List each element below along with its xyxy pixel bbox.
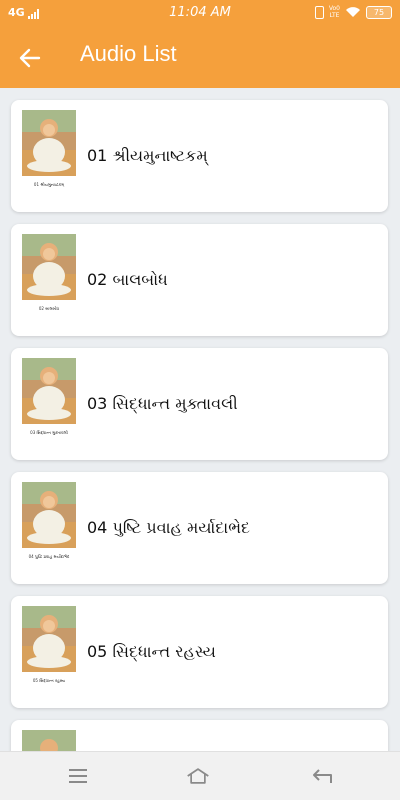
menu-button[interactable]: [66, 765, 90, 787]
status-bar: 4G 11:04 AM Vo0 LTE 75: [0, 0, 400, 26]
home-icon: [187, 768, 209, 784]
audio-thumbnail: 04 પુષ્ટિ પ્રવાહ મર્યાદાભેદ: [22, 482, 76, 564]
saint-portrait-image: [22, 606, 76, 672]
audio-title: 05 સિદ્ધાન્ત રહસ્ય: [87, 642, 216, 661]
menu-icon: [69, 769, 87, 783]
audio-thumbnail: 01 શ્રીયમુનાષ્ટકમ્: [22, 110, 76, 192]
audio-list-item[interactable]: 04 પુષ્ટિ પ્રવાહ મર્યાદાભેદ 04 પુષ્ટિ પ્…: [11, 472, 388, 584]
saint-portrait-image: [22, 730, 76, 751]
audio-list-item[interactable]: 05 સિદ્ધાન્ત રહસ્ય 05 સિદ્ધાન્ત રહસ્ય: [11, 596, 388, 708]
audio-list[interactable]: 01 શ્રીયમુનાષ્ટકમ્ 01 શ્રીયમુનાષ્ટકમ્ 02…: [0, 88, 400, 751]
back-nav-button[interactable]: [310, 765, 334, 787]
thumbnail-caption: 04 પુષ્ટિ પ્રવાહ મર્યાદાભેદ: [28, 554, 70, 559]
audio-list-item-partial[interactable]: [11, 720, 388, 751]
thumbnail-caption: 01 શ્રીયમુનાષ્ટકમ્: [33, 182, 65, 187]
app-bar: Audio List: [0, 26, 400, 88]
audio-title: 02 બાલબોધ: [87, 270, 168, 289]
saint-portrait-image: [22, 358, 76, 424]
audio-title: 03 સિદ્ધાન્ત મુક્તાવલી: [87, 394, 238, 413]
wifi-icon: [346, 7, 360, 17]
back-button[interactable]: [12, 40, 48, 76]
thumbnail-caption: 05 સિદ્ધાન્ત રહસ્ય: [32, 678, 66, 683]
system-nav-bar: [0, 751, 400, 800]
vibrate-icon: [314, 5, 324, 19]
audio-list-item[interactable]: 02 બાલબોધ 02 બાલબોધ: [11, 224, 388, 336]
saint-portrait-image: [22, 110, 76, 176]
audio-title: 04 પુષ્ટિ પ્રવાહ મર્યાદાભેદ: [87, 518, 250, 537]
back-icon: [313, 769, 332, 783]
audio-thumbnail: 02 બાલબોધ: [22, 234, 76, 316]
audio-thumbnail: 03 સિદ્ધાન્ત મુક્તાવલી: [22, 358, 76, 440]
battery-icon: 75: [366, 5, 392, 19]
audio-title: 01 શ્રીયમુનાષ્ટકમ્: [87, 146, 208, 165]
saint-portrait-image: [22, 482, 76, 548]
page-title: Audio List: [80, 41, 177, 66]
thumbnail-caption: 02 બાલબોધ: [38, 306, 60, 311]
audio-list-item[interactable]: 03 સિદ્ધાન્ત મુક્તાવલી 03 સિદ્ધાન્ત મુક્…: [11, 348, 388, 460]
thumbnail-caption: 03 સિદ્ધાન્ત મુક્તાવલી: [30, 430, 68, 435]
saint-portrait-image: [22, 234, 76, 300]
home-button[interactable]: [186, 765, 210, 787]
audio-thumbnail: 05 સિદ્ધાન્ત રહસ્ય: [22, 606, 76, 688]
audio-list-item[interactable]: 01 શ્રીયમુનાષ્ટકમ્ 01 શ્રીયમુનાષ્ટકમ્: [11, 100, 388, 212]
status-icons: Vo0 LTE 75: [314, 5, 392, 19]
arrow-left-icon: [19, 48, 41, 68]
volte-indicator: Vo0 LTE: [328, 5, 340, 19]
